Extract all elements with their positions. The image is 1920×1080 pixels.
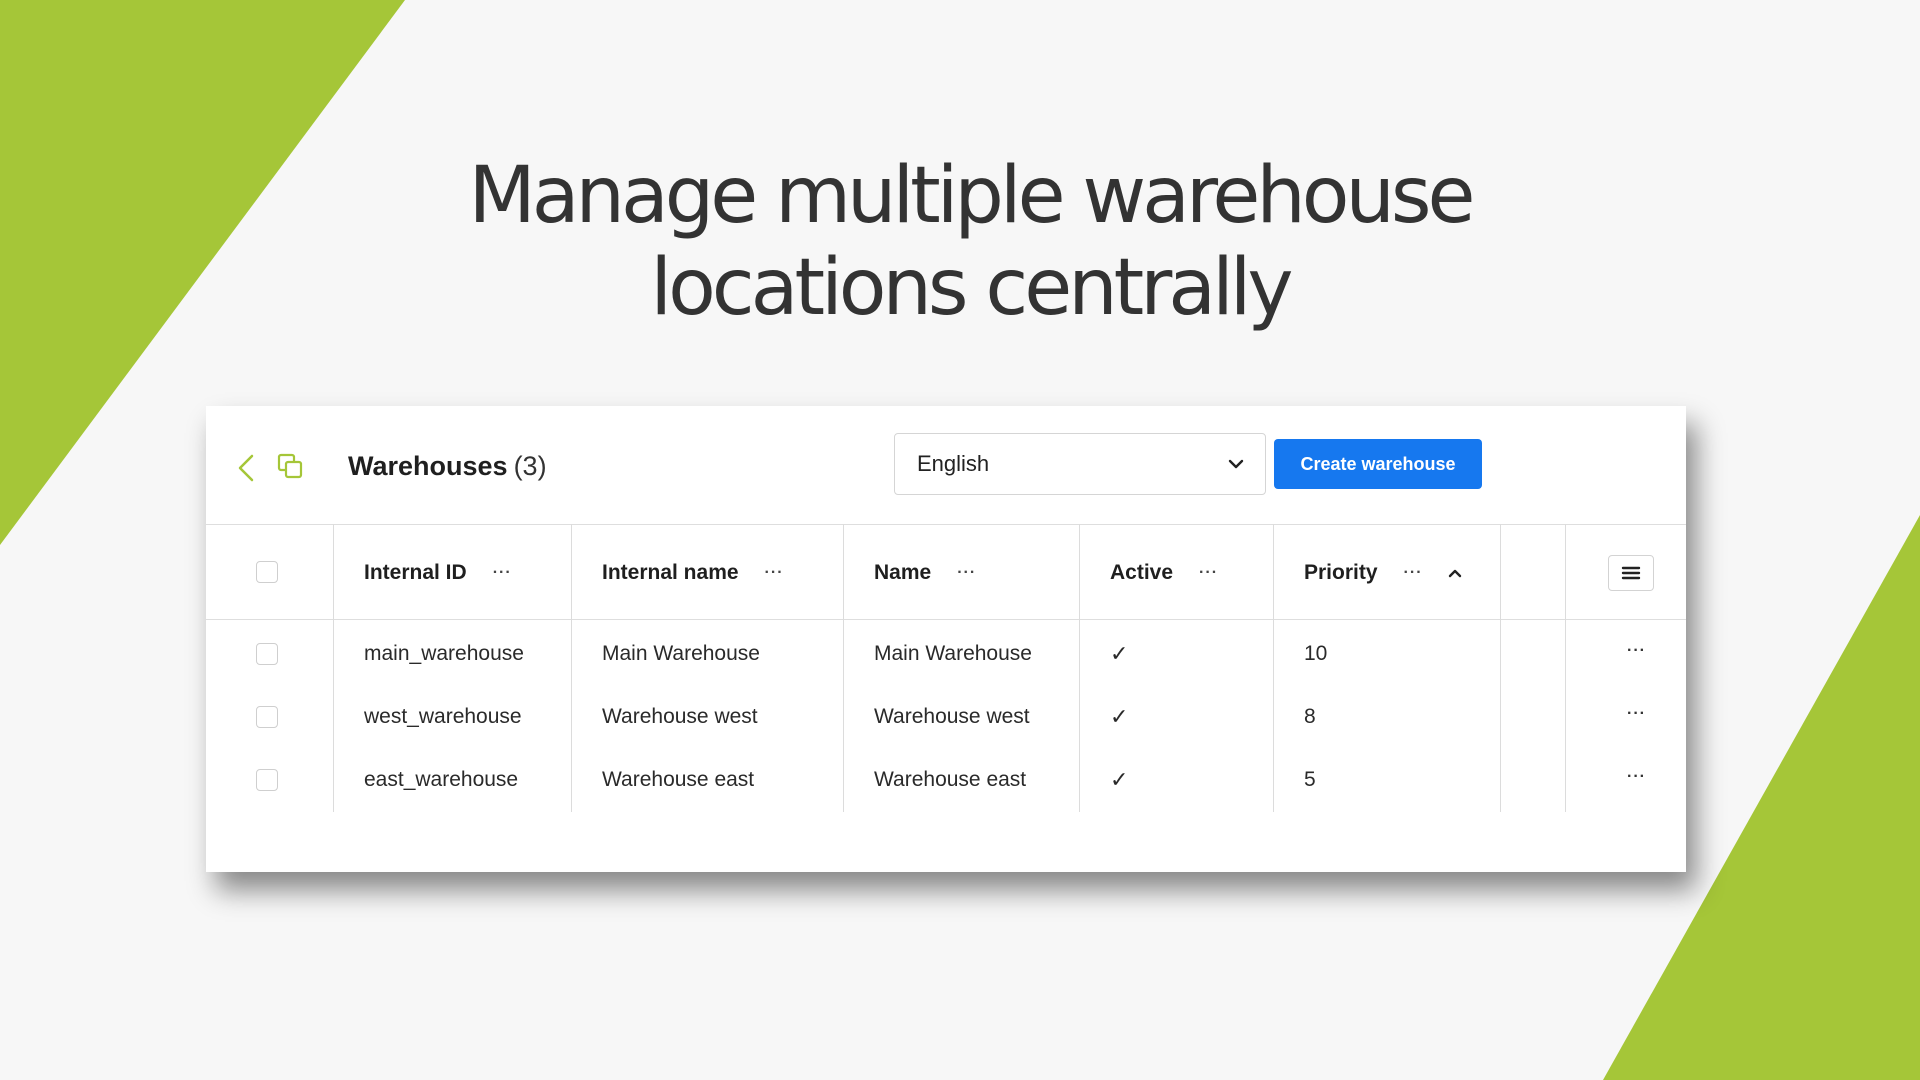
column-label: Name bbox=[874, 561, 932, 584]
chevron-down-icon bbox=[1228, 459, 1244, 469]
row-actions-icon[interactable]: ··· bbox=[1627, 705, 1646, 723]
column-options-icon[interactable]: ··· bbox=[1404, 564, 1423, 582]
page-title-text: Warehouses bbox=[348, 451, 508, 481]
create-warehouse-button[interactable]: Create warehouse bbox=[1274, 439, 1482, 489]
active-check-icon: ✓ bbox=[1110, 641, 1129, 666]
warehouses-panel: Warehouses (3) English Create warehouse I… bbox=[206, 406, 1686, 872]
column-options-icon[interactable]: ··· bbox=[765, 564, 784, 582]
cell-internal-id: main_warehouse bbox=[364, 642, 524, 665]
column-label: Internal name bbox=[602, 561, 739, 584]
headline-line-1: Manage multiple warehouse bbox=[468, 151, 1475, 241]
column-label: Priority bbox=[1304, 561, 1378, 584]
headline-line-2: locations centrally bbox=[650, 243, 1293, 333]
page-headline: Manage multiple warehouse locations cent… bbox=[0, 150, 1920, 334]
cell-internal-name: Main Warehouse bbox=[602, 642, 760, 665]
page-title: Warehouses (3) bbox=[348, 448, 547, 484]
cell-name: Warehouse west bbox=[874, 705, 1030, 728]
column-label: Internal ID bbox=[364, 561, 467, 584]
row-checkbox[interactable] bbox=[256, 769, 278, 791]
column-options-icon[interactable]: ··· bbox=[493, 564, 512, 582]
column-header-name[interactable]: Name ··· bbox=[874, 525, 976, 621]
column-header-internal-name[interactable]: Internal name ··· bbox=[602, 525, 784, 621]
select-all-checkbox[interactable] bbox=[256, 561, 278, 583]
cell-name: Main Warehouse bbox=[874, 642, 1032, 665]
back-button[interactable] bbox=[232, 448, 260, 488]
sort-ascending-icon[interactable] bbox=[1447, 567, 1463, 579]
column-header-priority[interactable]: Priority ··· bbox=[1304, 525, 1463, 621]
cell-internal-id: east_warehouse bbox=[364, 768, 519, 791]
column-options-icon[interactable]: ··· bbox=[957, 564, 976, 582]
table-row[interactable]: main_warehouse Main Warehouse Main Wareh… bbox=[206, 622, 1686, 686]
table-header-row: Internal ID ··· Internal name ··· Name ·… bbox=[206, 524, 1686, 620]
active-check-icon: ✓ bbox=[1110, 767, 1129, 792]
language-selected-value: English bbox=[917, 451, 990, 476]
hamburger-menu-icon bbox=[1621, 566, 1641, 580]
column-label: Active bbox=[1110, 561, 1174, 584]
cell-priority: 5 bbox=[1304, 768, 1316, 791]
table-row[interactable]: west_warehouse Warehouse west Warehouse … bbox=[206, 685, 1686, 749]
toolbar: Warehouses (3) English Create warehouse bbox=[206, 406, 1686, 524]
cell-internal-name: Warehouse east bbox=[602, 768, 755, 791]
language-select[interactable]: English bbox=[894, 433, 1266, 495]
row-actions-icon[interactable]: ··· bbox=[1627, 768, 1646, 786]
column-header-active[interactable]: Active ··· bbox=[1110, 525, 1218, 621]
copy-button[interactable] bbox=[276, 451, 306, 483]
column-settings-button[interactable] bbox=[1608, 555, 1654, 591]
column-options-icon[interactable]: ··· bbox=[1199, 564, 1218, 582]
cell-internal-name: Warehouse west bbox=[602, 705, 758, 728]
copy-icon bbox=[277, 453, 303, 479]
column-header-internal-id[interactable]: Internal ID ··· bbox=[364, 525, 512, 621]
cell-priority: 10 bbox=[1304, 642, 1328, 665]
active-check-icon: ✓ bbox=[1110, 704, 1129, 729]
row-checkbox[interactable] bbox=[256, 706, 278, 728]
cell-name: Warehouse east bbox=[874, 768, 1027, 791]
row-checkbox[interactable] bbox=[256, 643, 278, 665]
cell-internal-id: west_warehouse bbox=[364, 705, 522, 728]
row-actions-icon[interactable]: ··· bbox=[1627, 642, 1646, 660]
chevron-left-icon bbox=[238, 454, 254, 482]
table-row[interactable]: east_warehouse Warehouse east Warehouse … bbox=[206, 748, 1686, 812]
record-count: (3) bbox=[513, 451, 547, 481]
cell-priority: 8 bbox=[1304, 705, 1316, 728]
